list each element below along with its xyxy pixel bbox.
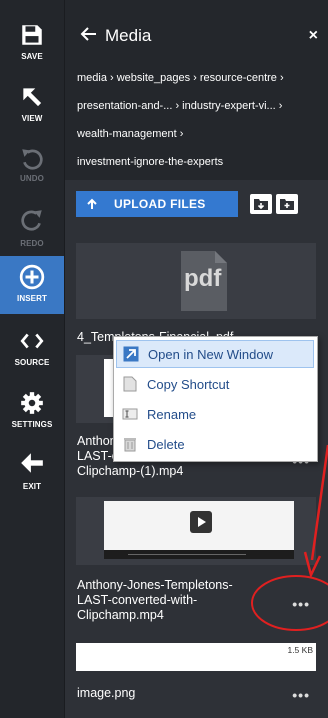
file-name-video-2[interactable]: Anthony-Jones-Templetons-LAST-converted-… — [77, 578, 267, 623]
document-icon — [123, 376, 137, 392]
undo-label: UNDO — [20, 174, 44, 183]
external-link-icon — [123, 346, 139, 362]
undo-button[interactable]: UNDO — [0, 144, 64, 204]
image-thumbnail[interactable]: 1.5 KB — [76, 643, 316, 671]
settings-label: SETTINGS — [11, 420, 53, 429]
file-name-image[interactable]: image.png — [77, 686, 135, 701]
file-size-badge: 1.5 KB — [287, 645, 313, 655]
undo-icon — [22, 149, 43, 170]
more-options-icon[interactable]: ••• — [292, 596, 310, 612]
menu-item-rename[interactable]: Rename — [116, 400, 314, 428]
folder-plus-icon — [280, 199, 294, 210]
breadcrumb-line-4[interactable]: investment-ignore-the-experts — [77, 156, 223, 168]
exit-label: EXIT — [22, 482, 42, 491]
context-menu: Open in New Window Copy Shortcut Rename … — [113, 336, 318, 462]
menu-item-label: Rename — [147, 406, 197, 422]
upload-arrow-icon — [87, 198, 97, 209]
code-icon — [20, 333, 44, 349]
view-button[interactable]: VIEW — [0, 82, 64, 142]
add-folder-button[interactable] — [276, 194, 298, 214]
folder-download-icon — [254, 199, 268, 210]
download-folder-button[interactable] — [250, 194, 272, 214]
source-button[interactable]: SOURCE — [0, 326, 64, 386]
settings-button[interactable]: SETTINGS — [0, 388, 64, 448]
menu-item-copy-shortcut[interactable]: Copy Shortcut — [116, 370, 314, 398]
arrow-up-left-icon — [23, 88, 42, 107]
save-label: SAVE — [21, 52, 43, 61]
insert-button[interactable]: INSERT — [0, 256, 64, 314]
play-icon — [190, 511, 212, 533]
video-control-bar[interactable] — [104, 550, 294, 559]
menu-item-delete[interactable]: Delete — [116, 430, 314, 458]
pdf-thumbnail[interactable]: pdf — [76, 243, 316, 319]
close-button[interactable]: × — [309, 27, 318, 45]
breadcrumb-line-1[interactable]: media › website_pages › resource-centre … — [77, 72, 284, 84]
back-arrow-icon[interactable] — [79, 26, 97, 42]
video-progress-track[interactable] — [128, 554, 246, 555]
exit-button[interactable]: EXIT — [0, 448, 64, 508]
panel-header: Media × media › website_pages › resource… — [65, 0, 328, 180]
save-button[interactable]: SAVE — [0, 20, 64, 80]
upload-files-button[interactable]: UPLOAD FILES — [76, 191, 238, 217]
breadcrumb-line-2[interactable]: presentation-and-... › industry-expert-v… — [77, 100, 282, 112]
breadcrumb-line-3[interactable]: wealth-management › — [77, 128, 183, 140]
menu-item-label: Delete — [147, 436, 185, 452]
menu-item-label: Copy Shortcut — [147, 376, 230, 392]
menu-item-open-new-window[interactable]: Open in New Window — [116, 340, 314, 368]
arrow-left-icon — [21, 453, 43, 473]
video-frame — [104, 501, 294, 559]
panel-title: Media — [105, 26, 152, 45]
more-options-icon[interactable]: ••• — [292, 687, 310, 703]
gear-icon — [21, 392, 43, 414]
menu-item-label: Open in New Window — [148, 346, 273, 362]
trash-icon — [124, 438, 136, 452]
redo-label: REDO — [20, 239, 44, 248]
rename-icon — [122, 408, 138, 420]
pdf-thumb-label: pdf — [184, 265, 222, 292]
upload-files-label: UPLOAD FILES — [114, 197, 206, 211]
save-icon — [22, 25, 42, 45]
view-label: VIEW — [21, 114, 43, 123]
insert-label: INSERT — [17, 294, 47, 303]
video-thumbnail-2[interactable] — [76, 497, 316, 565]
editor-toolbar: SAVE VIEW UNDO REDO INSERT SOURCE SETTIN… — [0, 0, 65, 718]
source-label: SOURCE — [14, 358, 50, 367]
plus-circle-icon — [19, 264, 45, 290]
redo-icon — [21, 210, 42, 231]
